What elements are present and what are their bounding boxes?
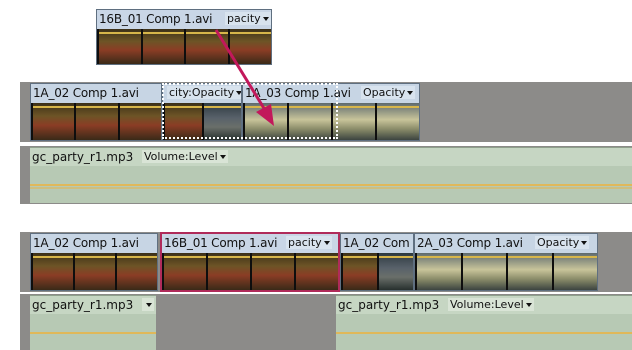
clip-property-menu[interactable] [142, 298, 154, 311]
insertion-outline [162, 83, 338, 139]
clip-name: 1A_02 Comp 1.avi [33, 236, 139, 250]
thumbnail [115, 253, 157, 290]
chevron-down-icon [525, 303, 532, 307]
clip-thumbnails [31, 103, 161, 140]
thumbnail [250, 253, 294, 290]
thumbnail [551, 253, 597, 290]
thumbnail [73, 253, 115, 290]
thumbnail [460, 253, 506, 290]
volume-line [30, 187, 632, 189]
clip-thumbnails [162, 253, 338, 290]
audio-clip-gc-party-second[interactable]: gc_party_r1.mp3 Volume:Level [336, 295, 632, 350]
volume-line [30, 332, 156, 334]
thumbnail [415, 253, 461, 290]
clip-name: 1A_02 Com [343, 236, 410, 250]
clip-name: 16B_01 Comp 1.avi [99, 12, 213, 26]
video-clip-1a02[interactable]: 1A_02 Comp 1.avi [30, 83, 162, 141]
clip-thumbnails [31, 253, 157, 290]
thumbnail [74, 103, 118, 140]
dragged-clip[interactable]: 16B_01 Comp 1.avi pacity [96, 9, 272, 65]
clip-property-menu[interactable]: Volume:Level [448, 298, 534, 311]
thumbnail [117, 103, 161, 140]
thumbnail [97, 29, 141, 64]
video-clip-16b01-inserted[interactable]: 16B_01 Comp 1.avi pacity [160, 232, 340, 292]
thumbnail [31, 253, 73, 290]
clip-name: 1A_02 Comp 1.avi [33, 86, 139, 100]
clip-property-menu[interactable]: pacity [225, 12, 271, 25]
chevron-down-icon [146, 303, 152, 307]
volume-line [336, 332, 632, 334]
audio-clip-gc-party-first[interactable]: gc_party_r1.mp3 [30, 295, 156, 350]
thumbnail [162, 253, 206, 290]
volume-line [30, 184, 632, 186]
chevron-down-icon [407, 91, 414, 95]
thumbnail [140, 29, 184, 64]
clip-name: 16B_01 Comp 1.avi [164, 236, 278, 250]
chevron-down-icon [262, 17, 269, 21]
clip-name: gc_party_r1.mp3 [32, 150, 134, 164]
clip-property-menu[interactable]: Opacity [535, 236, 590, 249]
thumbnail [31, 103, 75, 140]
thumbnail [506, 253, 552, 290]
clip-name: 2A_03 Comp 1.avi [417, 236, 523, 250]
chevron-down-icon [323, 241, 330, 245]
audio-clip-gc-party[interactable]: gc_party_r1.mp3 Volume:Level [30, 147, 632, 203]
thumbnail [294, 253, 338, 290]
video-clip-1a02[interactable]: 1A_02 Comp 1.avi [30, 233, 158, 291]
thumbnail [184, 29, 228, 64]
chevron-down-icon [219, 155, 226, 159]
clip-name: gc_party_r1.mp3 [338, 298, 440, 312]
clip-thumbnails [97, 29, 271, 64]
thumbnail [341, 253, 377, 290]
video-clip-2a03[interactable]: 2A_03 Comp 1.avi Opacity [414, 233, 598, 291]
thumbnail [377, 253, 413, 290]
clip-thumbnails [341, 253, 413, 290]
clip-property-menu[interactable]: Opacity [361, 86, 416, 99]
clip-name: gc_party_r1.mp3 [32, 298, 134, 312]
chevron-down-icon [581, 241, 588, 245]
thumbnail [206, 253, 250, 290]
thumbnail [227, 29, 271, 64]
video-clip-1a02-second[interactable]: 1A_02 Com [340, 233, 414, 291]
clip-property-menu[interactable]: pacity [286, 236, 332, 249]
clip-thumbnails [415, 253, 597, 290]
clip-property-menu[interactable]: Volume:Level [142, 150, 228, 163]
thumbnail [375, 103, 419, 140]
